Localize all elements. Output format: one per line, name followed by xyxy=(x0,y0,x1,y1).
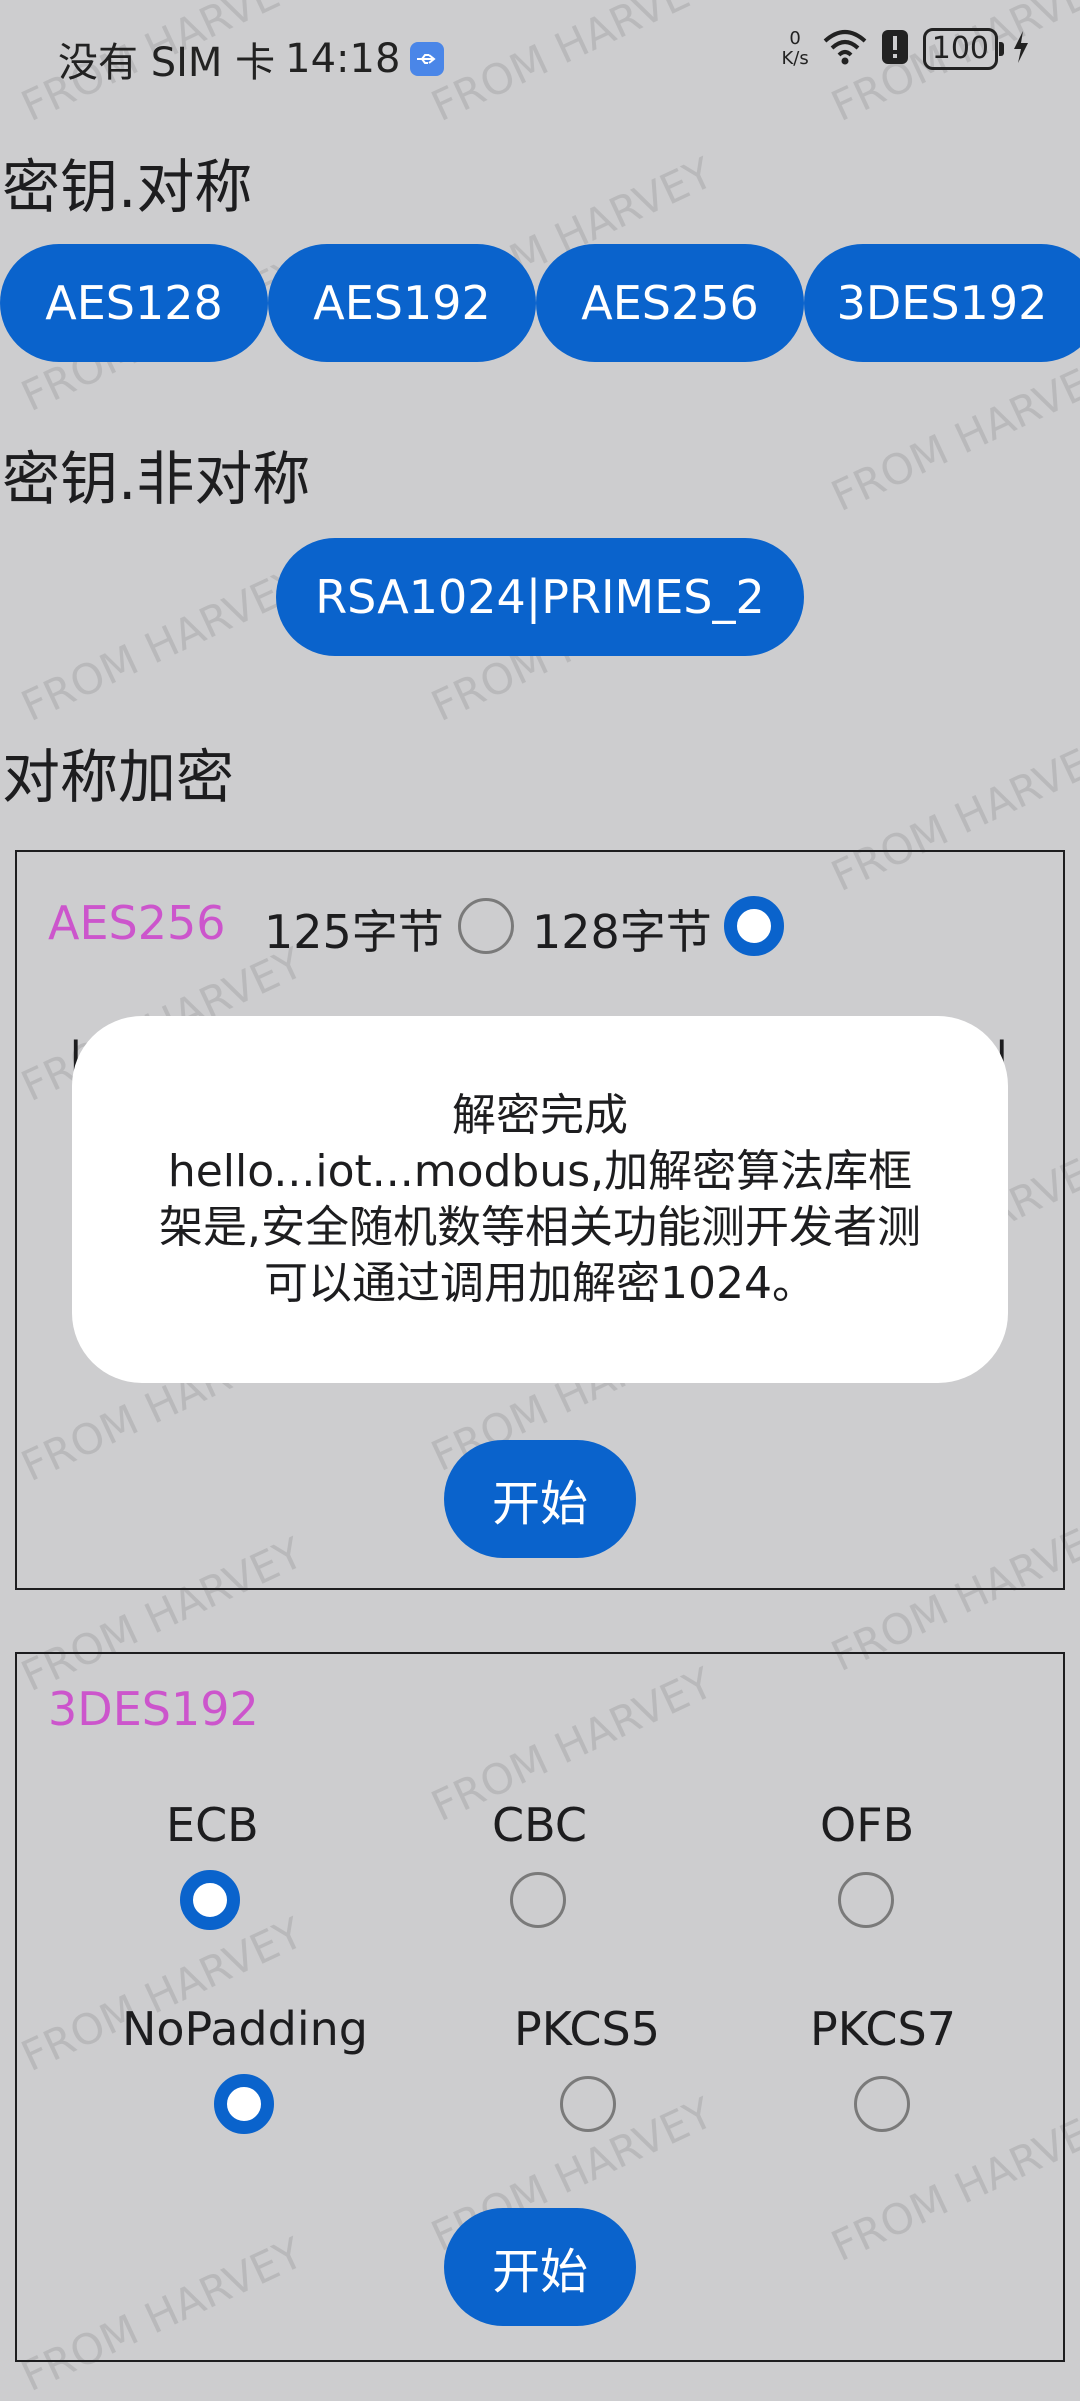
key-button-aes192[interactable]: AES192 xyxy=(268,244,536,362)
clock: 14:18 xyxy=(285,36,401,82)
aes-algo-label: AES256 xyxy=(48,896,226,950)
asymmetric-key-heading: 密钥.非对称 xyxy=(2,445,311,513)
key-button-aes128[interactable]: AES128 xyxy=(0,244,268,362)
net-speed-value: 0 xyxy=(789,28,801,49)
status-bar-left: 没有 SIM 卡 14:18 xyxy=(58,30,445,88)
des-start-button[interactable]: 开始 xyxy=(444,2208,636,2326)
carrier-text: 没有 SIM 卡 xyxy=(58,40,276,86)
padding-pkcs5-label: PKCS5 xyxy=(514,2002,660,2056)
option-125-radio[interactable] xyxy=(458,898,514,954)
key-button-aes256[interactable]: AES256 xyxy=(536,244,804,362)
aes-start-button[interactable]: 开始 xyxy=(444,1440,636,1558)
option-128-label: 128字节 xyxy=(532,905,712,959)
mode-cbc-radio[interactable] xyxy=(510,1872,566,1928)
charging-icon xyxy=(1012,29,1030,69)
wifi-icon xyxy=(823,29,867,69)
mode-ofb-label: OFB xyxy=(820,1798,915,1852)
padding-nopadding-label: NoPadding xyxy=(122,2002,368,2056)
result-dialog[interactable]: 解密完成 hello...iot...modbus,加解密算法库框架是,安全随机… xyxy=(72,1016,1008,1383)
mode-ecb-radio[interactable] xyxy=(180,1870,240,1930)
alert-icon xyxy=(881,29,909,69)
mode-ecb-label: ECB xyxy=(166,1798,259,1852)
watermark: FROM HARVEY xyxy=(13,558,311,731)
watermark: FROM HARVEY xyxy=(823,348,1080,521)
option-128-radio[interactable] xyxy=(724,896,784,956)
net-speed-unit: K/s xyxy=(781,48,809,69)
option-125-label: 125字节 xyxy=(264,905,444,959)
key-button-3des192[interactable]: 3DES192 xyxy=(804,244,1080,362)
net-speed-indicator: 0 K/s xyxy=(781,29,808,69)
padding-pkcs7-radio[interactable] xyxy=(854,2076,910,2132)
status-bar-right: 0 K/s 100 xyxy=(781,28,1030,70)
mode-cbc-label: CBC xyxy=(492,1798,587,1852)
key-button-rsa1024[interactable]: RSA1024|PRIMES_2 xyxy=(276,538,804,656)
padding-nopadding-radio[interactable] xyxy=(214,2074,274,2134)
mode-ofb-radio[interactable] xyxy=(838,1872,894,1928)
symmetric-key-heading: 密钥.对称 xyxy=(2,153,253,221)
padding-pkcs7-label: PKCS7 xyxy=(810,2002,956,2056)
des-algo-label: 3DES192 xyxy=(48,1682,259,1736)
symmetric-encrypt-heading: 对称加密 xyxy=(2,743,235,811)
padding-pkcs5-radio[interactable] xyxy=(560,2076,616,2132)
usb-icon xyxy=(410,42,445,76)
battery-indicator: 100 xyxy=(922,28,1005,70)
watermark: FROM HARVEY xyxy=(423,0,721,131)
dialog-message: 解密完成 hello...iot...modbus,加解密算法库框架是,安全随机… xyxy=(159,1089,921,1309)
